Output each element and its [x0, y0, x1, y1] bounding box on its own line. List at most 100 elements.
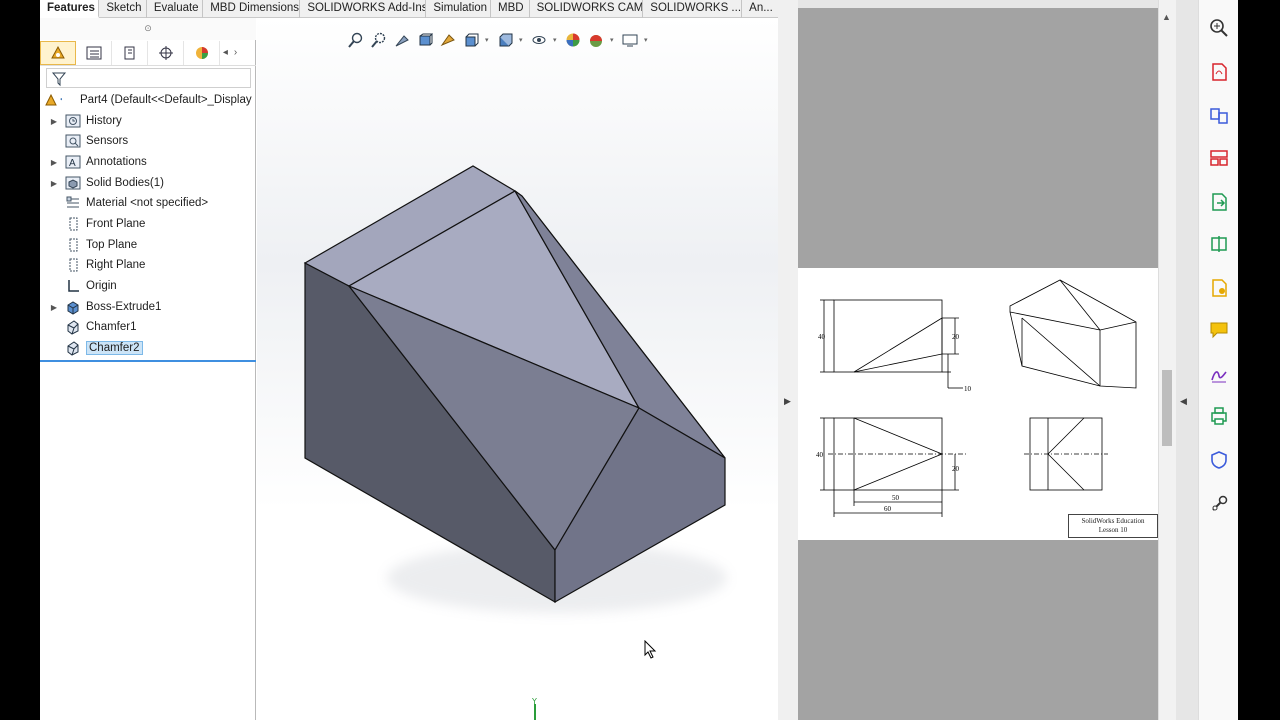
plane-icon [64, 257, 82, 273]
zoom-tool-icon[interactable] [1207, 16, 1231, 40]
organize-pages-icon[interactable] [1207, 146, 1231, 170]
solidworks-window: Features Sketch Evaluate MBD Dimensions … [40, 0, 990, 720]
tree-item-label: Annotations [86, 156, 147, 168]
tree-item-sensors[interactable]: Sensors [40, 131, 256, 151]
tab-solidworks-cam[interactable]: SOLIDWORKS CAM [530, 0, 644, 18]
orthographic-drawing: 40 20 10 40 20 50 60 [816, 279, 1137, 517]
title-block-line-2: Lesson 10 [1098, 526, 1128, 534]
expand-arrow-icon[interactable]: ▶ [48, 158, 60, 167]
tree-root-part[interactable]: Part4 (Default<<Default>_Display [40, 90, 256, 110]
dim-20-front: 20 [952, 333, 960, 341]
tree-item-label: Solid Bodies(1) [86, 177, 164, 189]
svg-text:Y: Y [531, 698, 537, 706]
protect-icon[interactable] [1207, 448, 1231, 472]
tab-an[interactable]: An... [742, 0, 778, 18]
property-manager-tab-icon[interactable] [76, 40, 112, 65]
tab-solidworks-add-ins[interactable]: SOLIDWORKS Add-Ins [300, 0, 427, 18]
command-manager-tabs: Features Sketch Evaluate MBD Dimensions … [40, 0, 778, 18]
pdf-tools-panel [1198, 0, 1238, 720]
comment-icon[interactable] [1207, 318, 1231, 342]
tree-item-solid-bodies[interactable]: ▶ Solid Bodies(1) [40, 173, 256, 193]
dim-40-top: 40 [816, 451, 824, 459]
feature-tree-filter[interactable] [46, 68, 251, 88]
feature-tree-tab-icon[interactable] [40, 40, 76, 65]
tab-features[interactable]: Features [40, 0, 100, 18]
tab-mbd-dimensions[interactable]: MBD Dimensions [203, 0, 301, 18]
left-black-border [0, 0, 40, 720]
send-for-review-icon[interactable] [1207, 276, 1231, 300]
scroll-up-arrow-icon[interactable]: ▲ [1162, 12, 1171, 22]
tree-item-origin[interactable]: Origin [40, 276, 256, 296]
plane-icon [64, 237, 82, 253]
expand-arrow-icon[interactable]: ▶ [48, 117, 60, 126]
tree-item-boss-extrude1[interactable]: ▶ Boss-Extrude1 [40, 297, 256, 317]
right-black-border [1238, 0, 1280, 720]
material-icon [64, 195, 82, 211]
tree-item-right-plane[interactable]: Right Plane [40, 255, 256, 275]
feature-manager-tabs: ◂ › [40, 40, 256, 66]
collapse-tools-pane-icon[interactable]: ◀ [1180, 396, 1187, 407]
tabs-right-icon[interactable]: › [234, 47, 237, 58]
mouse-cursor-icon [644, 639, 658, 663]
tree-item-label: Boss-Extrude1 [86, 301, 162, 313]
tree-root-label: Part4 (Default<<Default>_Display [80, 94, 252, 106]
history-icon [64, 113, 82, 129]
tree-item-label: Material <not specified> [86, 197, 209, 209]
annotations-icon: A [64, 154, 82, 170]
sensors-icon [64, 133, 82, 149]
tab-solidworks-more[interactable]: SOLIDWORKS ... [643, 0, 743, 18]
pdf-scrollbar-thumb[interactable] [1162, 370, 1172, 446]
tree-item-chamfer1[interactable]: Chamfer1 [40, 317, 256, 337]
display-manager-tab-icon[interactable] [184, 40, 220, 65]
tab-sketch[interactable]: Sketch [99, 0, 147, 18]
configuration-manager-tab-icon[interactable] [112, 40, 148, 65]
edit-pdf-icon[interactable] [1207, 232, 1231, 256]
tree-item-annotations[interactable]: ▶ A Annotations [40, 152, 256, 172]
expand-arrow-icon[interactable]: ▶ [48, 179, 60, 188]
dim-10-front: 10 [964, 385, 972, 393]
tree-item-material[interactable]: Material <not specified> [40, 193, 256, 213]
part-model-3d[interactable] [257, 18, 778, 720]
combine-files-icon[interactable] [1207, 104, 1231, 128]
extrude-icon [64, 299, 82, 315]
dim-50-top: 50 [892, 494, 900, 502]
tab-evaluate[interactable]: Evaluate [147, 0, 204, 18]
more-tools-icon[interactable] [1207, 492, 1231, 516]
reference-triad-icon: Y [497, 697, 537, 720]
panel-grip[interactable]: ⊙ [40, 18, 256, 40]
svg-text:A: A [69, 158, 76, 169]
origin-icon [64, 278, 82, 294]
tree-item-label: Front Plane [86, 218, 146, 230]
export-pdf-icon[interactable] [1207, 190, 1231, 214]
tree-item-label: Chamfer1 [86, 321, 137, 333]
filter-icon [51, 72, 67, 87]
tab-simulation[interactable]: Simulation [426, 0, 492, 18]
create-pdf-icon[interactable] [1207, 60, 1231, 84]
feature-manager-panel: ⊙ ◂ › Part4 (Default<<Default>_Display ▶… [40, 18, 256, 720]
tree-item-label: History [86, 115, 122, 127]
pdf-page-drawing[interactable]: 40 20 10 40 20 50 60 SolidWorks Educatio… [798, 268, 1158, 540]
tree-item-chamfer2[interactable]: Chamfer2 [40, 338, 256, 358]
title-block-line-1: SolidWorks Education [1081, 517, 1145, 525]
pdf-page-previous [798, 8, 1158, 268]
graphics-area[interactable]: ▾ ▾ ▾ ▾ ▾ Y [257, 18, 990, 720]
part-root-icon [44, 92, 62, 108]
pdf-scrollbar[interactable] [1158, 0, 1176, 720]
tree-item-top-plane[interactable]: Top Plane [40, 235, 256, 255]
tree-item-front-plane[interactable]: Front Plane [40, 214, 256, 234]
tree-item-label: Chamfer2 [86, 341, 143, 355]
expand-arrow-icon[interactable]: ▶ [48, 303, 60, 312]
tabs-left-icon[interactable]: ◂ [223, 47, 228, 58]
fill-and-sign-icon[interactable] [1207, 362, 1231, 386]
rollback-bar[interactable] [40, 360, 256, 362]
pdf-page-next [798, 540, 1158, 720]
print-production-icon[interactable] [1207, 404, 1231, 428]
dim-40-front: 40 [818, 333, 826, 341]
dim-20-top: 20 [952, 465, 960, 473]
chamfer-icon [64, 319, 82, 335]
tab-mbd[interactable]: MBD [491, 0, 530, 18]
tree-item-history[interactable]: ▶ History [40, 111, 256, 131]
plane-icon [64, 216, 82, 232]
expand-navigation-pane-icon[interactable]: ▶ [784, 396, 791, 407]
dimxpert-tab-icon[interactable] [148, 40, 184, 65]
